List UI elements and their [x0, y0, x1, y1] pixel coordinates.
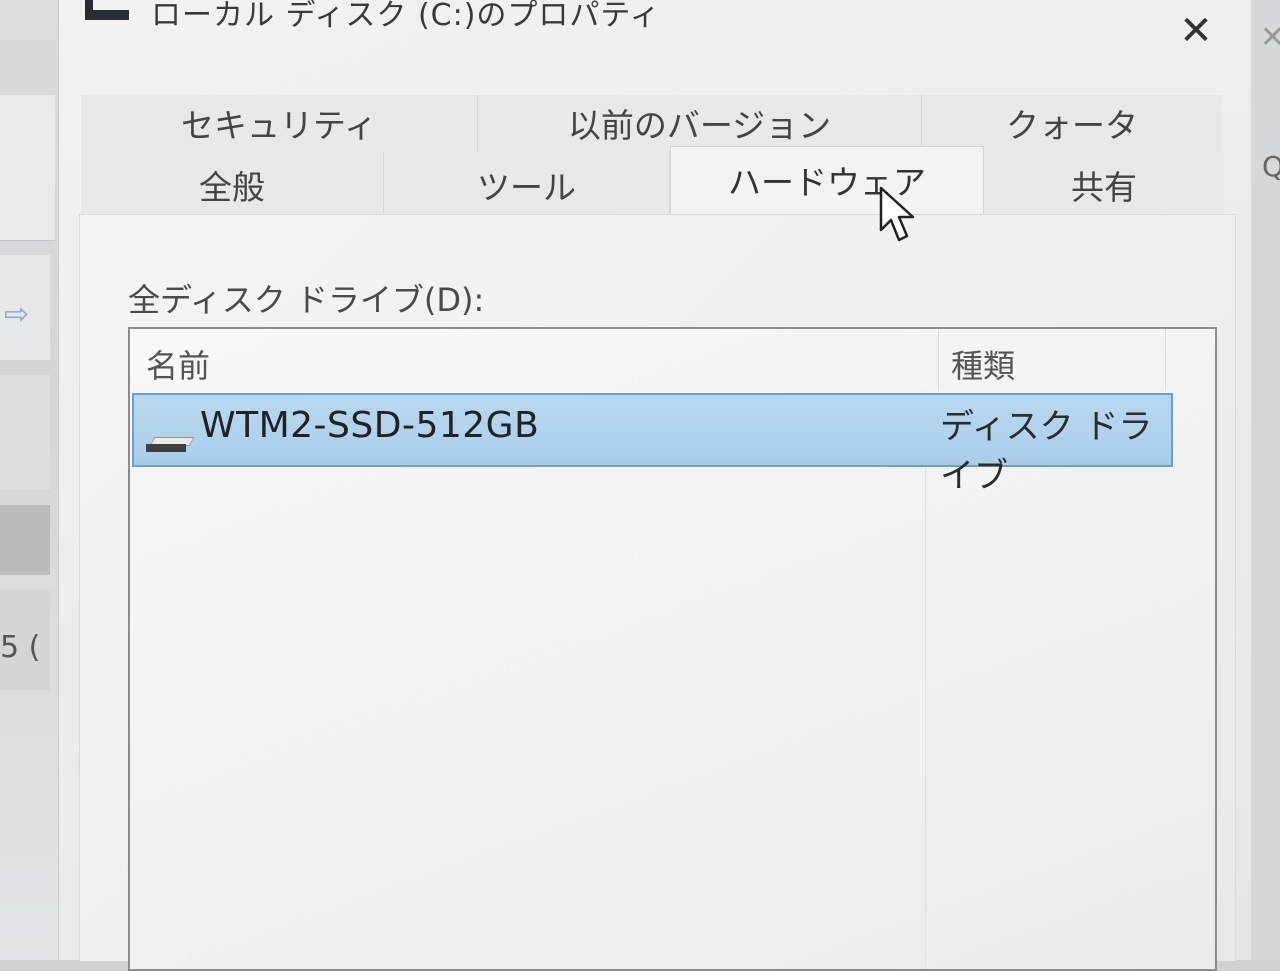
drive-type: ディスク ドライブ [940, 407, 1153, 496]
tab-previous-versions[interactable]: 以前のバージョン [478, 95, 922, 153]
properties-dialog: ローカル ディスク (C:)のプロパティ ✕ セキュリティ 以前のバージョン ク… [58, 0, 1251, 971]
background-panel [0, 95, 55, 241]
drive-icon [85, 0, 131, 22]
background-partial-text: 5 ( [0, 630, 41, 665]
column-divider [1165, 329, 1166, 391]
list-item[interactable]: WTM2-SSD-512GB ディスク ドライブ [132, 393, 1173, 496]
background-search-icon: Q [1262, 150, 1280, 183]
column-header-type[interactable]: 種類 [938, 329, 1191, 391]
background-panel [0, 505, 50, 575]
window-title: ローカル ディスク (C:)のプロパティ [151, 0, 661, 33]
tab-general[interactable]: 全般 [81, 152, 384, 216]
tab-quota[interactable]: クォータ [922, 95, 1222, 153]
tab-hardware[interactable]: ハードウェア [670, 146, 984, 217]
hardware-tab-panel: 全ディスク ドライブ(D): 名前 種類 WTM2-SSD-512GB ディスク… [79, 214, 1236, 971]
background-close-icon: ✕ [1260, 20, 1280, 55]
tab-sharing[interactable]: 共有 [984, 152, 1224, 216]
column-header-name[interactable]: 名前 [146, 329, 916, 391]
background-panel [0, 375, 50, 490]
drive-icon [146, 437, 195, 453]
drive-name: WTM2-SSD-512GB [200, 405, 540, 446]
title-bar[interactable]: ローカル ディスク (C:)のプロパティ ✕ [59, 0, 1251, 70]
all-disk-drives-label: 全ディスク ドライブ(D): [128, 281, 485, 319]
share-icon: ⇨ [4, 297, 30, 332]
close-button[interactable]: ✕ [1171, 6, 1221, 56]
disk-drive-list[interactable]: 名前 種類 WTM2-SSD-512GB ディスク ドライブ [128, 327, 1217, 971]
tab-tools[interactable]: ツール [384, 152, 670, 216]
mouse-cursor-icon [879, 186, 915, 242]
tab-security[interactable]: セキュリティ [81, 95, 478, 153]
column-divider [925, 391, 926, 969]
